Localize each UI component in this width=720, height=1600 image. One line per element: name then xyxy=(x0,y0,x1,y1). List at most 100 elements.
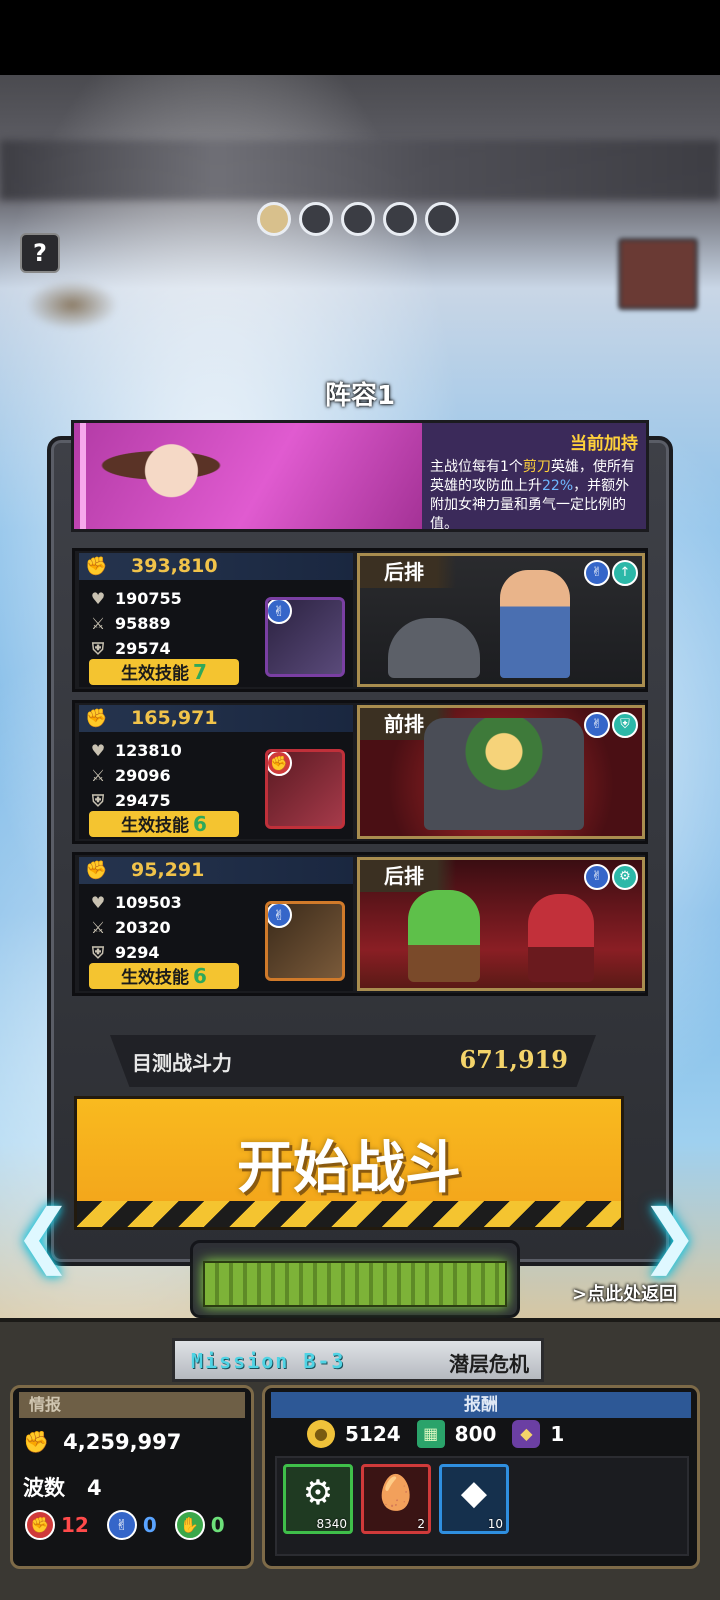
ticket-icon: ▦ xyxy=(416,1420,445,1448)
reward-panel: 报酬 ● 5124 ▦ 800 ◆ 1 ⚙ 8340 🥚 2 ◆ 10 xyxy=(262,1385,700,1569)
scissors-icon: ✌ xyxy=(584,864,610,890)
team-row[interactable]: ✊ 393,810 ♥ 190755 ⚔ 95889 ⛨ 29574 生效技能 7 ✌ … xyxy=(72,548,648,692)
blurred-avatar xyxy=(618,238,698,310)
hero-portrait[interactable]: ✊ xyxy=(265,749,345,829)
hero-portrait[interactable]: ✌ xyxy=(265,597,345,677)
active-skills-button[interactable]: 生效技能 7 xyxy=(89,659,239,685)
start-battle-label: 开始战斗 xyxy=(237,1136,461,1201)
hero-scene[interactable]: 后排 ✌ ↑ xyxy=(357,553,645,687)
scissors-count: ✌ 0 xyxy=(106,1510,157,1540)
reward-item[interactable]: ◆ 10 xyxy=(439,1464,509,1534)
page-dot[interactable] xyxy=(383,202,417,236)
sword-icon: ⚔ xyxy=(90,614,106,633)
rock-count: ✊ 12 xyxy=(25,1510,89,1540)
enemy-power: ✊ 4,259,997 xyxy=(23,1430,182,1454)
crystal-icon: ◆ xyxy=(460,1473,488,1513)
energy-grill xyxy=(203,1261,507,1307)
fist-icon: ✊ xyxy=(85,708,108,729)
team-row[interactable]: ✊ 95,291 ♥ 109503 ⚔ 20320 ⛨ 9294 生效技能 6 ✌ 后排… xyxy=(72,852,648,996)
gold-coin-icon: ● xyxy=(307,1420,335,1448)
class-badges: ✌ ⚙ xyxy=(584,864,638,890)
help-button[interactable]: ? xyxy=(20,233,60,273)
estimated-power-box: 目测战斗力 671,919 xyxy=(110,1035,596,1087)
fist-icon: ✊ xyxy=(85,860,108,881)
gold-reward: ● 5124 xyxy=(307,1420,401,1448)
scissors-icon: ✌ xyxy=(584,560,610,586)
heart-icon: ♥ xyxy=(90,589,106,608)
start-battle-button[interactable]: 开始战斗 xyxy=(74,1096,624,1230)
gear-icon: ⚙ xyxy=(612,864,638,890)
scissors-icon: ✌ xyxy=(268,904,292,928)
goddess-art xyxy=(74,423,422,529)
team-page-indicator[interactable] xyxy=(257,202,459,236)
hero-character xyxy=(500,570,570,678)
reward-items: ⚙ 8340 🥚 2 ◆ 10 xyxy=(275,1456,689,1556)
bonus-banner: 当前加持 主战位每有1个剪刀英雄，使所有英雄的攻防血上升22%，并额外附加女神力… xyxy=(71,420,649,532)
page-dot[interactable] xyxy=(257,202,291,236)
intel-heading: 情报 xyxy=(19,1392,245,1418)
mission-name: 潜层危机 xyxy=(449,1352,529,1376)
team-power-bar: ✊ 393,810 xyxy=(79,553,353,580)
team-row[interactable]: ✊ 165,971 ♥ 123810 ⚔ 29096 ⛨ 29475 生效技能 6 ✊ … xyxy=(72,700,648,844)
green-hair-hero xyxy=(408,890,480,982)
team-stats: ✊ 393,810 ♥ 190755 ⚔ 95889 ⛨ 29574 生效技能 7 ✌ xyxy=(79,553,353,687)
team-power: 95,291 xyxy=(131,859,205,881)
paper-icon: ✋ xyxy=(174,1510,205,1540)
team-title: 阵容1 xyxy=(324,381,396,411)
reward-heading: 报酬 xyxy=(271,1392,691,1418)
shield-icon: ⛨ xyxy=(91,943,104,962)
class-badges: ✌ ↑ xyxy=(584,560,638,586)
estimated-power-value: 671,919 xyxy=(459,1045,568,1074)
active-skills-button[interactable]: 生效技能 6 xyxy=(89,963,239,989)
reward-item[interactable]: ⚙ 8340 xyxy=(283,1464,353,1534)
scissors-icon: ✌ xyxy=(268,600,292,624)
scissors-icon: ✌ xyxy=(106,1510,137,1540)
red-hair-hero xyxy=(528,894,594,982)
sword-icon: ↑ xyxy=(612,560,638,586)
reward-currencies: ● 5124 ▦ 800 ◆ 1 xyxy=(307,1420,564,1448)
hero-scene[interactable]: 后排 ✌ ⚙ xyxy=(357,857,645,991)
sword-icon: ⚔ xyxy=(90,918,106,937)
purple-token-icon: ◆ xyxy=(512,1420,541,1448)
paper-count: ✋ 0 xyxy=(174,1510,225,1540)
shield-icon: ⛨ xyxy=(612,712,638,738)
shield-icon: ⛨ xyxy=(91,791,104,810)
bonus-heading: 当前加持 xyxy=(570,434,638,454)
bonus-text-box: 当前加持 主战位每有1个剪刀英雄，使所有英雄的攻防血上升22%，并额外附加女神力… xyxy=(422,423,646,529)
defense-stat: ⛨ 29475 xyxy=(89,791,171,811)
intel-panel: 情报 ✊ 4,259,997 波数 4 ✊ 12 ✌ 0 ✋ 0 xyxy=(10,1385,254,1569)
return-link[interactable]: >点此处返回 xyxy=(572,1280,677,1306)
blurred-icon xyxy=(26,280,118,330)
attack-stat: ⚔ 20320 xyxy=(90,918,171,937)
rock-icon: ✊ xyxy=(25,1510,55,1540)
next-team-arrow-icon[interactable]: ❯ xyxy=(640,1195,699,1275)
mission-code: Mission B-3 xyxy=(191,1349,346,1373)
mission-bar: Mission B-3 潜层危机 xyxy=(172,1338,544,1382)
hero-scene[interactable]: 前排 ✌ ⛨ xyxy=(357,705,645,839)
hp-stat: ♥ 109503 xyxy=(90,893,182,912)
active-skills-button[interactable]: 生效技能 6 xyxy=(89,811,239,837)
wave-count: 波数 4 xyxy=(23,1476,102,1500)
team-power-bar: ✊ 165,971 xyxy=(79,705,353,732)
purple-reward: ◆ 1 xyxy=(512,1420,564,1448)
blurred-top-hud xyxy=(0,140,720,200)
page-dot[interactable] xyxy=(341,202,375,236)
estimated-power-label: 目测战斗力 xyxy=(132,1051,232,1075)
mech-hero xyxy=(424,718,584,830)
heart-icon: ♥ xyxy=(90,741,106,760)
page-dot[interactable] xyxy=(299,202,333,236)
reward-item[interactable]: 🥚 2 xyxy=(361,1464,431,1534)
energy-dock xyxy=(190,1240,520,1318)
defense-stat: ⛨ 29574 xyxy=(89,639,171,659)
rock-icon: ✊ xyxy=(268,752,292,776)
defense-stat: ⛨ 9294 xyxy=(89,943,160,963)
heart-icon: ♥ xyxy=(90,893,106,912)
page-dot[interactable] xyxy=(425,202,459,236)
question-icon: ? xyxy=(33,239,47,267)
hero-portrait[interactable]: ✌ xyxy=(265,901,345,981)
scissors-icon: ✌ xyxy=(584,712,610,738)
team-stats: ✊ 95,291 ♥ 109503 ⚔ 20320 ⛨ 9294 生效技能 6 ✌ xyxy=(79,857,353,991)
team-power: 165,971 xyxy=(131,707,218,729)
prev-team-arrow-icon[interactable]: ❮ xyxy=(14,1195,73,1275)
attack-stat: ⚔ 95889 xyxy=(90,614,171,633)
